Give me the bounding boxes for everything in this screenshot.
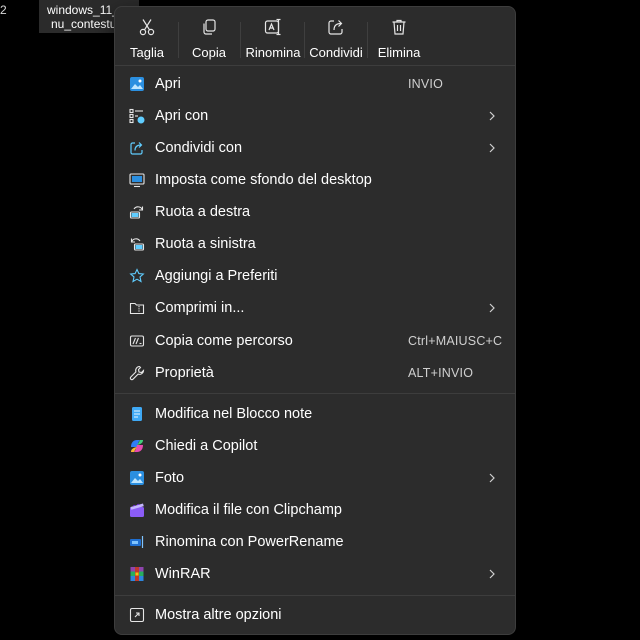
more-options-label: Mostra altre opzioni [155,607,282,623]
copy-icon [203,19,216,35]
menu-item-rotate-right[interactable]: Ruota a destra [119,196,511,228]
toolbar-separator [304,22,305,58]
menu-item-share-with[interactable]: Condividi con [119,132,511,164]
rotate-right-icon [129,206,144,219]
menu-divider [115,65,515,66]
winrar-label: WinRAR [155,566,211,582]
share-icon [130,142,143,155]
delete-label: Elimina [377,45,421,60]
photos-icon [130,471,144,485]
clipchamp-label: Modifica il file con Clipchamp [155,502,342,518]
folder-zip-icon [129,302,145,315]
toolbar-separator [240,22,241,58]
rotate-left-icon [130,238,145,251]
background-number: 2 [0,3,7,17]
powerrename-label: Rinomina con PowerRename [155,534,344,550]
clipchamp-icon [130,503,144,517]
chevron-right-icon [489,303,495,313]
rename-icon [264,18,281,36]
menu-item-copilot[interactable]: Chiedi a Copilot [119,430,511,462]
copilot-icon [131,440,143,452]
menu-item-open[interactable]: Apri INVIO [119,68,511,100]
winrar-icon [130,567,144,581]
rename-label: Rinomina [245,45,301,60]
add-favorites-label: Aggiungi a Preferiti [155,268,278,284]
menu-item-photos[interactable]: Foto [119,462,511,494]
wrench-icon [129,365,145,381]
menu-item-winrar[interactable]: WinRAR [119,558,511,590]
cut-button[interactable]: Taglia [125,7,169,65]
photo-app-icon [130,77,144,91]
cut-label: Taglia [130,45,164,60]
context-menu: Taglia Copia Rinomina Condividi Elimina … [114,6,516,635]
open-label: Apri [155,76,181,92]
wallpaper-icon [129,173,145,188]
menu-item-compress[interactable]: Comprimi in... [119,292,511,324]
menu-item-add-favorites[interactable]: Aggiungi a Preferiti [119,260,511,292]
photos-label: Foto [155,470,185,486]
open-with-label: Apri con [155,108,209,124]
notepad-label: Modifica nel Blocco note [155,406,313,422]
compress-label: Comprimi in... [155,300,245,316]
share-button[interactable]: Condividi [308,7,364,65]
copy-label: Copia [192,45,226,60]
menu-item-clipchamp[interactable]: Modifica il file con Clipchamp [119,494,511,526]
copy-button[interactable]: Copia [187,7,231,65]
chevron-right-icon [489,143,495,153]
menu-item-powerrename[interactable]: Rinomina con PowerRename [119,526,511,558]
menu-divider [115,393,515,394]
chevron-right-icon [489,569,495,579]
powerrename-icon [130,536,144,548]
menu-item-set-wallpaper[interactable]: Imposta come sfondo del desktop [119,164,511,196]
scissors-icon [139,19,155,36]
set-wallpaper-label: Imposta come sfondo del desktop [155,172,372,188]
toolbar-separator [367,22,368,58]
menu-item-notepad[interactable]: Modifica nel Blocco note [119,398,511,430]
menu-item-copy-path[interactable]: Copia come percorso Ctrl+MAIUSC+C [119,325,511,357]
rotate-left-label: Ruota a sinistra [155,236,256,252]
rename-button[interactable]: Rinomina [245,7,301,65]
more-options-icon [129,607,145,623]
share-label: Condividi [309,45,363,60]
chevron-right-icon [489,473,495,483]
properties-shortcut: ALT+INVIO [408,366,474,380]
menu-item-properties[interactable]: Proprietà ALT+INVIO [119,357,511,389]
star-icon [129,268,145,283]
copy-path-label: Copia come percorso [155,333,293,349]
menu-item-rotate-left[interactable]: Ruota a sinistra [119,228,511,260]
rotate-right-label: Ruota a destra [155,204,251,220]
menu-divider [115,595,515,596]
share-with-label: Condividi con [155,140,243,156]
open-with-icon [129,108,145,124]
properties-label: Proprietà [155,365,214,381]
copy-path-icon [129,335,145,347]
trash-icon [392,19,406,35]
chevron-right-icon [489,111,495,121]
copy-path-shortcut: Ctrl+MAIUSC+C [408,334,503,348]
copilot-label: Chiedi a Copilot [155,438,258,454]
toolbar-separator [178,22,179,58]
share-icon [328,20,343,35]
open-shortcut: INVIO [408,77,444,91]
notepad-icon [132,407,142,421]
menu-item-more-options[interactable]: Mostra altre opzioni [119,599,511,631]
menu-item-open-with[interactable]: Apri con [119,100,511,132]
delete-button[interactable]: Elimina [374,7,424,65]
context-menu-toolbar: Taglia Copia Rinomina Condividi Elimina [115,7,515,67]
